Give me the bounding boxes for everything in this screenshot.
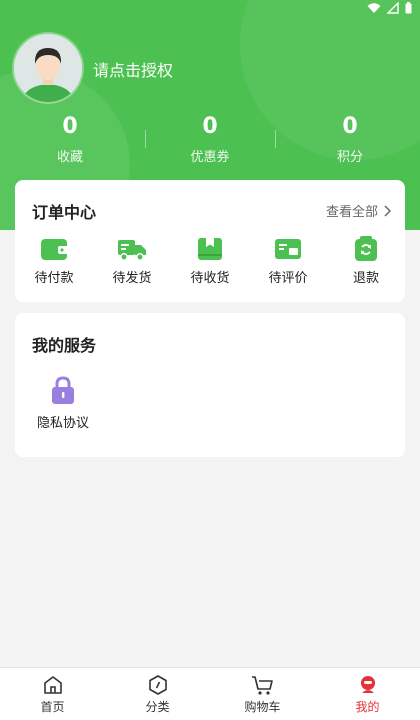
tab-category[interactable]: 分类: [105, 668, 210, 720]
status-bar: [367, 2, 412, 14]
tab-profile[interactable]: 我的: [315, 668, 420, 720]
privacy-policy-label: 隐私协议: [36, 416, 89, 431]
stat-divider: [275, 130, 276, 148]
wallet-icon: [41, 239, 68, 260]
login-prompt[interactable]: 请点击授权: [93, 57, 173, 81]
stat-value: 0: [342, 114, 358, 139]
wifi-icon: [367, 3, 381, 13]
stat-label: 积分: [336, 150, 363, 165]
order-center-title: 订单中心: [32, 203, 97, 222]
order-pending-review[interactable]: 待评价: [249, 236, 327, 286]
stat-value: 0: [202, 114, 218, 139]
stat-coupons[interactable]: 0 优惠券: [140, 112, 280, 165]
stat-label: 优惠券: [190, 150, 230, 165]
tab-label: 首页: [40, 700, 65, 714]
order-center-card: 订单中心 查看全部 待付款 待发货 待收货 待评价 退款: [15, 180, 405, 302]
battery-icon: [405, 2, 412, 14]
tab-label: 购物车: [244, 700, 281, 714]
truck-icon: [118, 240, 146, 261]
order-status-label: 待收货: [190, 271, 230, 286]
home-icon: [43, 676, 62, 694]
tab-label: 我的: [355, 700, 380, 714]
stat-points[interactable]: 0 积分: [280, 112, 420, 165]
order-status-row: 待付款 待发货 待收货 待评价 退款: [15, 236, 405, 286]
cart-icon: [251, 676, 273, 695]
view-all-orders-link[interactable]: 查看全部: [326, 201, 391, 220]
stat-favorites[interactable]: 0 收藏: [0, 112, 140, 165]
package-icon: [198, 238, 222, 260]
order-status-label: 待评价: [268, 271, 308, 286]
user-avatar-icon: [14, 34, 82, 102]
stat-label: 收藏: [56, 150, 83, 165]
tab-cart[interactable]: 购物车: [210, 668, 315, 720]
refund-icon: [355, 236, 377, 261]
stats-row: 0 收藏 0 优惠券 0 积分: [0, 112, 420, 165]
lock-icon: [52, 376, 74, 404]
review-icon: [275, 239, 301, 259]
stat-value: 0: [62, 114, 78, 139]
category-icon: [148, 675, 167, 695]
order-status-label: 待发货: [112, 271, 152, 286]
profile-icon: [360, 676, 375, 693]
order-refund[interactable]: 退款: [327, 236, 405, 286]
avatar[interactable]: [14, 34, 82, 102]
order-pending-shipment[interactable]: 待发货: [93, 236, 171, 286]
tab-label: 分类: [145, 700, 170, 714]
my-services-title: 我的服务: [32, 336, 97, 355]
chevron-right-icon: [384, 204, 391, 217]
my-services-card: 我的服务 隐私协议: [15, 313, 405, 457]
signal-icon: [387, 2, 399, 14]
order-status-label: 待付款: [34, 271, 74, 286]
privacy-policy-item[interactable]: 隐私协议: [33, 375, 93, 431]
tab-home[interactable]: 首页: [0, 668, 105, 720]
order-pending-receipt[interactable]: 待收货: [171, 236, 249, 286]
order-pending-payment[interactable]: 待付款: [15, 236, 93, 286]
view-all-label: 查看全部: [325, 205, 378, 220]
order-status-label: 退款: [352, 271, 379, 286]
bottom-tab-bar: 首页 分类 购物车 我的: [0, 667, 420, 720]
